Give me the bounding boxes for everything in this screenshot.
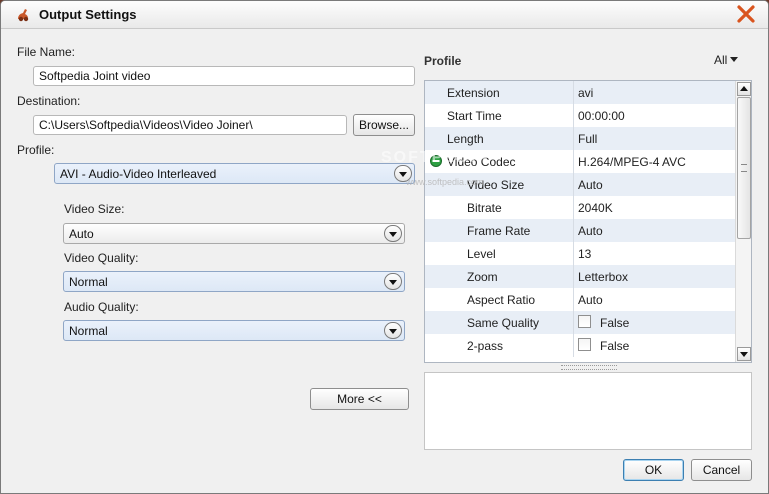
audio-quality-select-value: Normal — [69, 324, 108, 338]
file-name-input[interactable] — [33, 66, 415, 86]
profile-select-value: AVI - Audio-Video Interleaved — [60, 167, 217, 181]
property-value: Auto — [578, 178, 603, 192]
profile-property-grid: Extension avi Start Time 00:00:00 Length… — [424, 80, 752, 363]
more-button[interactable]: More << — [310, 388, 409, 410]
property-value: 2040K — [578, 201, 613, 215]
browse-button[interactable]: Browse... — [353, 114, 415, 136]
profile-filter-dropdown[interactable]: All — [714, 53, 739, 67]
output-settings-window: Output Settings File Name: Destination: … — [0, 0, 769, 494]
property-row[interactable]: Length Full — [425, 127, 735, 150]
chevron-down-icon[interactable] — [384, 225, 402, 242]
property-key: Zoom — [467, 270, 498, 284]
column-divider — [573, 288, 574, 311]
property-value: Auto — [578, 293, 603, 307]
profile-label: Profile: — [17, 143, 55, 157]
video-quality-select-value: Normal — [69, 275, 108, 289]
video-size-select-value: Auto — [69, 227, 94, 241]
property-row[interactable]: Level 13 — [425, 242, 735, 265]
property-row[interactable]: Start Time 00:00:00 — [425, 104, 735, 127]
property-key: Length — [447, 132, 484, 146]
scroll-up-arrow-icon[interactable] — [737, 82, 751, 96]
column-divider — [573, 173, 574, 196]
softpedia-watermark-url: www.softpedia.com — [406, 177, 484, 187]
property-value: avi — [578, 86, 594, 100]
chevron-down-icon[interactable] — [384, 273, 402, 290]
property-value: Auto — [578, 224, 603, 238]
property-value: 13 — [578, 247, 592, 261]
video-size-select[interactable]: Auto — [63, 223, 405, 244]
property-row[interactable]: Frame Rate Auto — [425, 219, 735, 242]
property-description-box — [424, 372, 752, 450]
app-logo-icon — [18, 9, 29, 22]
column-divider — [573, 311, 574, 334]
scroll-thumb[interactable] — [737, 97, 751, 239]
file-name-label: File Name: — [17, 45, 76, 59]
video-size-label: Video Size: — [64, 202, 125, 216]
column-divider — [573, 219, 574, 242]
property-key: Same Quality — [467, 316, 540, 330]
cancel-button[interactable]: Cancel — [691, 459, 752, 481]
chevron-down-icon[interactable] — [384, 322, 402, 339]
column-divider — [573, 150, 574, 173]
property-value: Full — [578, 132, 598, 146]
close-icon[interactable] — [734, 4, 758, 25]
property-row[interactable]: Aspect Ratio Auto — [425, 288, 735, 311]
column-divider — [573, 127, 574, 150]
property-row[interactable]: Extension avi — [425, 81, 735, 104]
property-row[interactable]: 2-pass False — [425, 334, 735, 357]
profile-select[interactable]: AVI - Audio-Video Interleaved — [54, 163, 415, 184]
property-row[interactable]: Zoom Letterbox — [425, 265, 735, 288]
column-divider — [573, 334, 574, 357]
property-key: Level — [467, 247, 496, 261]
property-key: Frame Rate — [467, 224, 531, 238]
same-quality-checkbox[interactable] — [578, 315, 591, 328]
column-divider — [573, 104, 574, 127]
video-quality-label: Video Quality: — [64, 251, 139, 265]
property-key: Aspect Ratio — [467, 293, 536, 307]
title-bar[interactable]: Output Settings — [1, 1, 768, 29]
property-value: Letterbox — [578, 270, 629, 284]
property-key: Bitrate — [467, 201, 502, 215]
caret-down-icon — [730, 57, 739, 62]
property-value: 00:00:00 — [578, 109, 625, 123]
vertical-scrollbar[interactable] — [735, 81, 751, 362]
window-title: Output Settings — [39, 7, 137, 22]
property-value: H.264/MPEG-4 AVC — [578, 155, 686, 169]
profile-panel-title: Profile — [424, 54, 462, 68]
destination-input[interactable] — [33, 115, 347, 135]
property-key: Start Time — [447, 109, 502, 123]
column-divider — [573, 196, 574, 219]
softpedia-watermark: SOFTPEDIA — [381, 149, 491, 166]
property-value: False — [600, 316, 630, 330]
column-divider — [573, 81, 574, 104]
column-divider — [573, 242, 574, 265]
property-value: False — [600, 339, 630, 353]
audio-quality-select[interactable]: Normal — [63, 320, 405, 341]
video-quality-select[interactable]: Normal — [63, 271, 405, 292]
profile-filter-value: All — [714, 53, 728, 67]
panel-splitter[interactable] — [561, 365, 617, 370]
ok-button[interactable]: OK — [623, 459, 684, 481]
column-divider — [573, 265, 574, 288]
property-key: Extension — [447, 86, 500, 100]
audio-quality-label: Audio Quality: — [64, 300, 139, 314]
two-pass-checkbox[interactable] — [578, 338, 591, 351]
grip-icon — [741, 164, 747, 172]
property-row[interactable]: Bitrate 2040K — [425, 196, 735, 219]
property-key: 2-pass — [467, 339, 504, 353]
scroll-down-arrow-icon[interactable] — [737, 347, 751, 361]
property-row[interactable]: Same Quality False — [425, 311, 735, 334]
destination-label: Destination: — [17, 94, 81, 108]
